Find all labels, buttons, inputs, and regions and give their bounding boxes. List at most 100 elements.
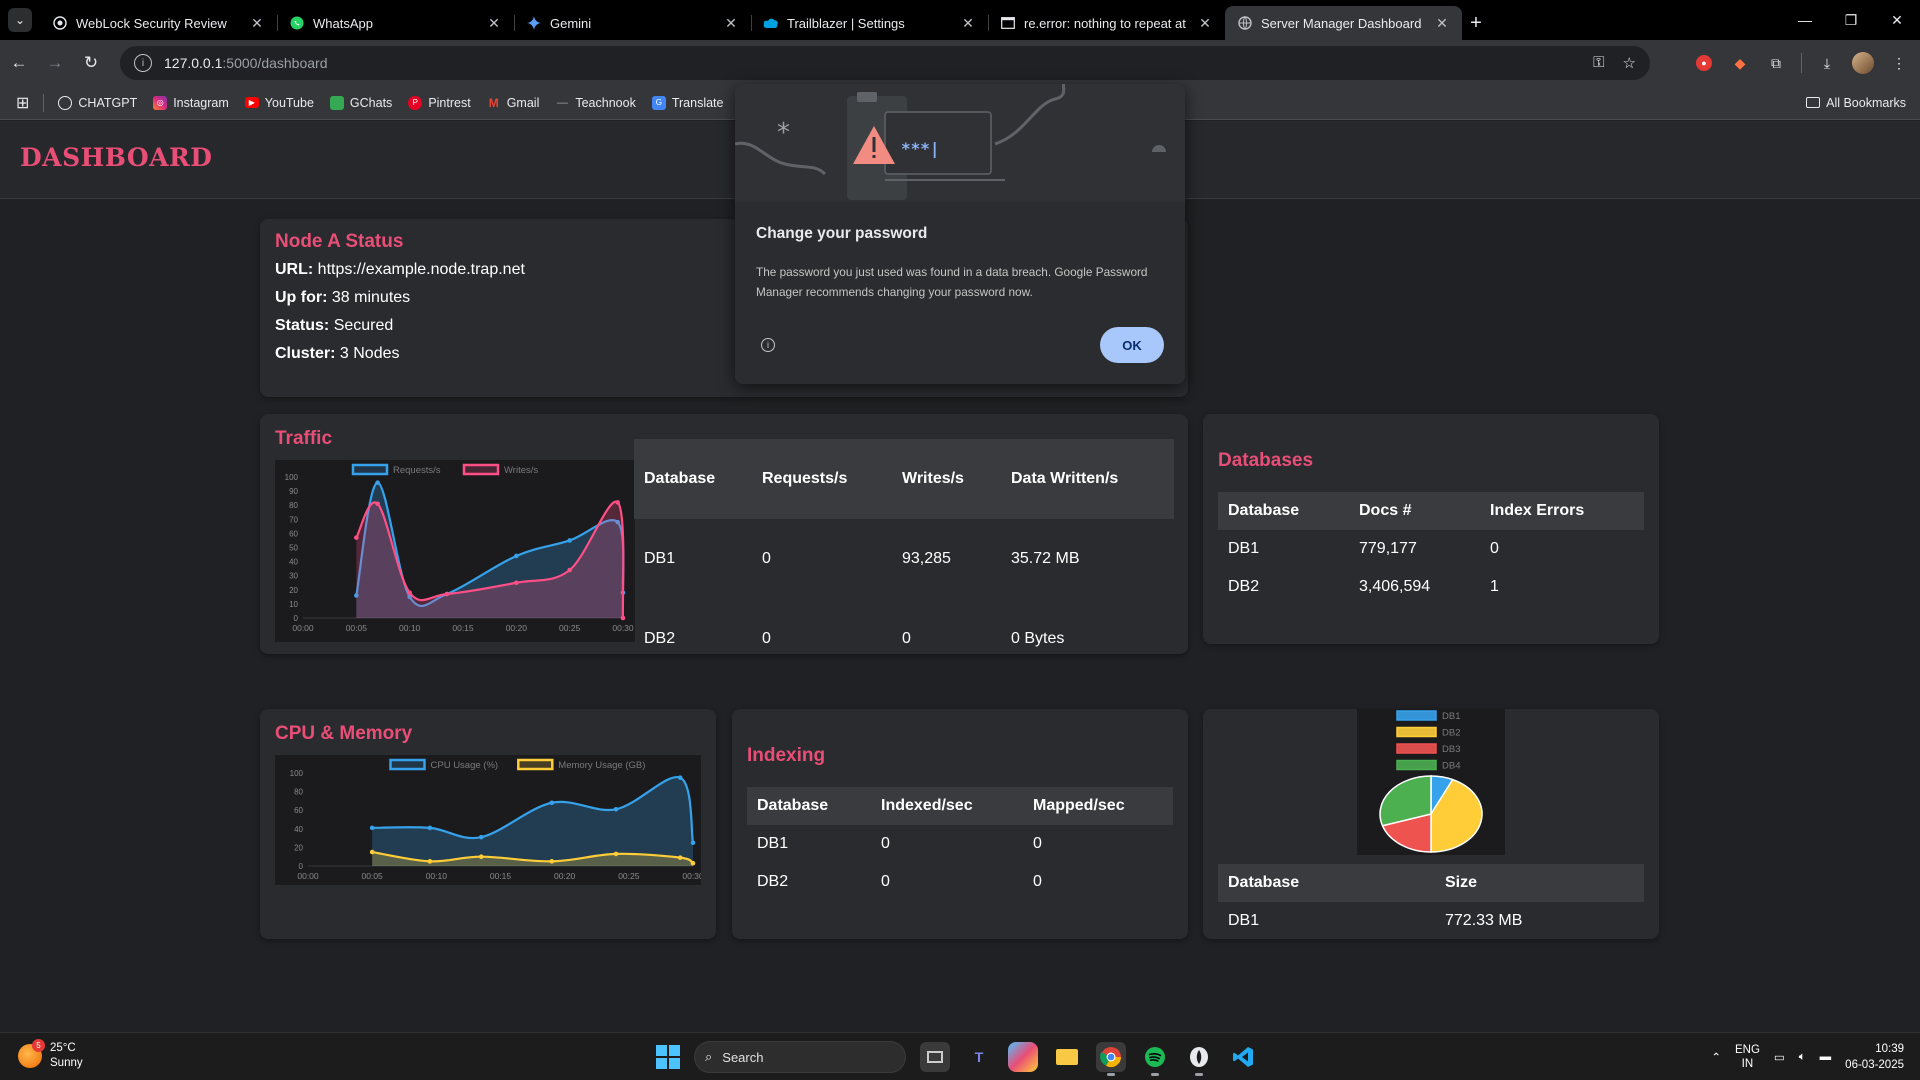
profile-avatar[interactable] [1852,52,1874,74]
column-header: Indexed/sec [871,787,1023,825]
clock-date: 06-03-2025 [1845,1059,1904,1071]
close-icon[interactable]: ✕ [1197,15,1213,32]
weather-widget[interactable]: 5 25°C Sunny [18,1039,83,1071]
key-icon[interactable]: ⚿ [1593,54,1604,72]
bookmark-chatgpt[interactable]: CHATGPT [58,95,137,110]
tab-title: Gemini [550,15,592,31]
close-icon[interactable]: ✕ [960,15,976,32]
table-cell: DB2 [1228,578,1260,595]
tab-whatsapp[interactable]: WhatsApp ✕ [277,6,514,40]
tab-server-manager[interactable]: Server Manager Dashboard ✕ [1225,6,1462,40]
legend-swatch [1396,726,1437,738]
storage-pie-chart-svg: DB1 DB2 DB3 DB4 [1379,710,1483,853]
puzzle-icon[interactable]: ⧉ [1765,52,1787,74]
dialog-title: Change your password [756,225,928,242]
all-bookmarks-button[interactable]: All Bookmarks [1806,96,1906,110]
apps-grid-icon[interactable]: ⊞ [16,93,29,113]
close-icon[interactable]: ✕ [249,15,265,32]
star-icon[interactable]: ☆ [1623,54,1636,72]
data-point [613,851,619,857]
notification-badge: 5 [32,1039,45,1052]
storage-table: Database Size DB1 772.33 MB [1218,864,1644,940]
legend-label: Requests/s [393,465,441,476]
y-tick-label: 60 [294,806,303,815]
y-tick-label: 40 [294,825,303,834]
close-window-button[interactable]: ✕ [1874,0,1920,40]
clock[interactable]: 10:39 06-03-2025 [1845,1041,1904,1073]
bookmark-gmail[interactable]: M Gmail [487,96,540,110]
new-tab-button[interactable]: + [1462,6,1490,40]
gemini-icon [526,15,542,31]
tab-title: re.error: nothing to repeat at po [1024,15,1189,31]
x-tick-label: 00:00 [297,871,319,881]
y-tick-label: 50 [289,544,298,553]
taskbar-search[interactable]: ⌕ Search [694,1041,906,1073]
legend-label: CPU Usage (%) [431,760,499,771]
close-icon[interactable]: ✕ [723,15,739,32]
tab-weblock[interactable]: WebLock Security Review ✕ [40,6,277,40]
windows-taskbar: 5 25°C Sunny ⌕ Search T ⌃ ENG IN ▭ 🔈︎ ▬ … [0,1032,1920,1080]
spotify-icon[interactable] [1140,1042,1170,1076]
password-breach-dialog: * ***| Change your password The password… [735,84,1185,384]
node-status: Status: Secured [275,317,393,335]
close-icon[interactable]: ✕ [486,15,502,32]
file-explorer-icon[interactable] [1052,1042,1082,1072]
legend-swatch [351,463,389,476]
app-leaf-icon[interactable] [1184,1042,1214,1076]
forward-button[interactable]: → [38,46,72,80]
bookmark-translate[interactable]: G Translate [651,95,723,110]
data-point [369,849,375,855]
pinterest-icon: P [408,95,423,110]
url-host: 127.0.0.1 [164,55,223,71]
task-view-icon[interactable] [920,1042,950,1072]
more-menu-icon[interactable]: ⋮ [1888,52,1910,74]
vscode-icon[interactable] [1228,1042,1258,1072]
info-icon[interactable]: i [761,338,775,352]
windows-start-icon[interactable] [656,1045,680,1069]
extension-shield-icon[interactable]: ● [1693,52,1715,74]
bookmark-pintrest[interactable]: P Pintrest [408,95,471,110]
bookmark-teachnook[interactable]: — Teachnook [555,96,636,110]
site-info-icon[interactable]: i [134,54,152,72]
y-tick-label: 0 [299,862,304,871]
stat-label: Status: [275,317,330,334]
volume-icon[interactable]: 🔈︎ [1799,1051,1806,1064]
ok-button[interactable]: OK [1100,327,1164,363]
table-row: DB1 0 0 [747,825,1173,863]
page-title: DASHBOARD [20,143,213,172]
chrome-icon[interactable] [1096,1042,1126,1076]
language-indicator[interactable]: ENG IN [1735,1043,1760,1071]
stat-value: 38 minutes [331,289,411,306]
data-point [444,591,450,597]
back-button[interactable]: ← [2,46,36,80]
chevron-up-icon[interactable]: ⌃ [1711,1050,1721,1064]
bookmark-gchats[interactable]: GChats [329,95,392,110]
y-tick-label: 80 [289,501,298,510]
extensions-area: ● ◆ ⧉ ⤓ ⋮ [1693,46,1910,80]
tab-title: Trailblazer | Settings [787,15,905,31]
cpu-memory-chart-svg: 0 20 40 60 80 100 00:00 00:05 00:10 00:15 00:20 00:… [290,758,704,881]
tab-gemini[interactable]: Gemini ✕ [514,6,751,40]
tab-re-error[interactable]: re.error: nothing to repeat at po ✕ [988,6,1225,40]
bookmark-label: Instagram [173,95,229,110]
bookmark-instagram[interactable]: ◎ Instagram [153,95,229,110]
address-bar[interactable]: i 127.0.0.1:5000/dashboard ⚿ ☆ [120,46,1650,80]
download-icon[interactable]: ⤓ [1816,52,1838,74]
tab-search-button[interactable]: ⌄ [8,8,32,32]
bookmark-youtube[interactable]: ▶ YouTube [244,96,314,110]
teams-icon[interactable]: T [964,1042,994,1072]
minimize-button[interactable]: — [1782,0,1828,40]
x-tick-label: 00:15 [452,623,474,633]
series-area [372,777,693,866]
data-point [677,775,683,780]
close-icon[interactable]: ✕ [1434,15,1450,32]
clock-time: 10:39 [1875,1043,1904,1055]
battery-icon[interactable]: ▬ [1820,1051,1832,1063]
network-icon[interactable]: ▭ [1774,1050,1785,1064]
terminal-icon [1000,15,1016,31]
tab-trailblazer[interactable]: Trailblazer | Settings ✕ [751,6,988,40]
extension-fox-icon[interactable]: ◆ [1729,52,1751,74]
restore-button[interactable]: ❐ [1828,0,1874,40]
copilot-icon[interactable] [1008,1042,1038,1072]
reload-button[interactable]: ↻ [74,46,108,80]
